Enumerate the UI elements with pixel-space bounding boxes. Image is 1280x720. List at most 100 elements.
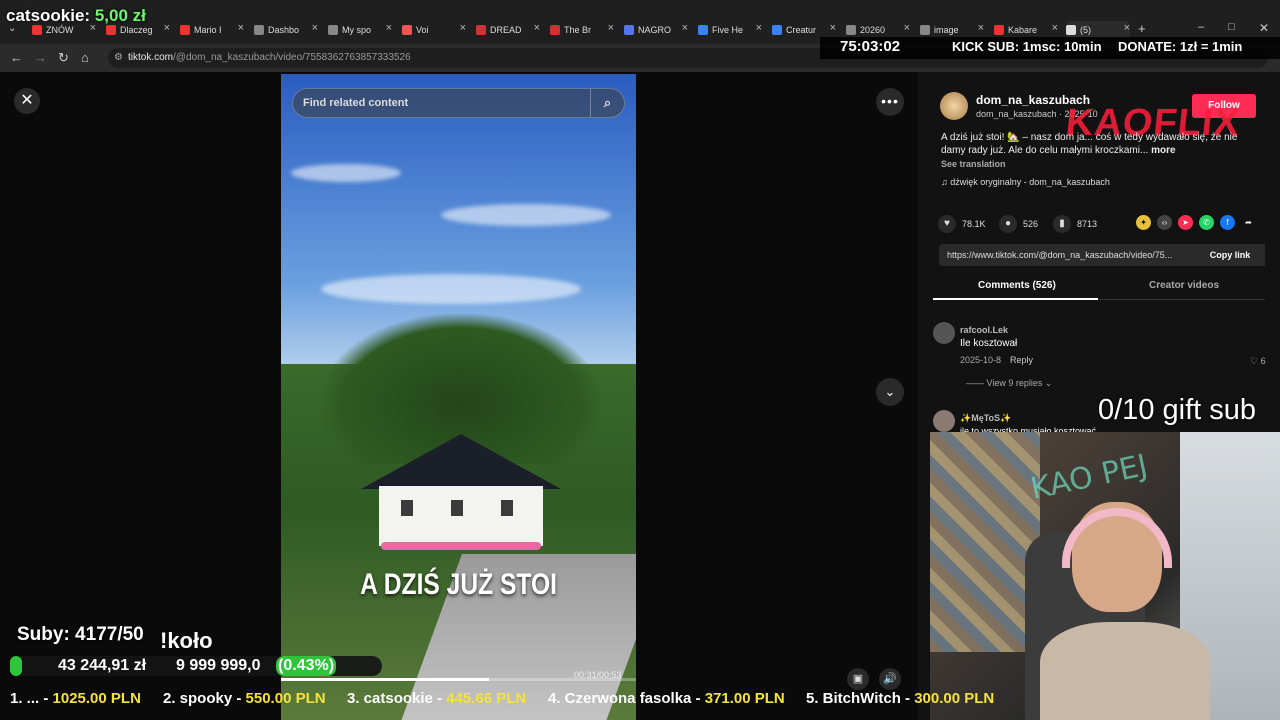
comment-username[interactable]: ✨MęToS✨ — [960, 413, 1011, 424]
embed-icon[interactable]: ‹› — [1157, 215, 1172, 230]
tab-close-icon[interactable]: × — [164, 22, 170, 34]
see-translation-link[interactable]: See translation — [941, 159, 1006, 169]
tab-comments[interactable]: Comments (526) — [978, 280, 1056, 291]
tab-favicon-icon — [476, 24, 486, 35]
coin-icon[interactable]: ✦ — [1136, 215, 1151, 230]
tab-close-icon[interactable]: × — [386, 22, 392, 34]
tab-close-icon[interactable]: × — [1052, 22, 1058, 34]
house-roof — [361, 434, 561, 489]
close-video-button[interactable]: ✕ — [14, 88, 40, 114]
window-close-icon[interactable]: ✕ — [1259, 21, 1269, 35]
tab-close-icon[interactable]: × — [460, 22, 466, 34]
browser-tab[interactable]: (5) × — [1066, 21, 1130, 38]
bookmark-icon[interactable]: ▮ — [1053, 215, 1071, 233]
tab-label: Creatur — [786, 24, 817, 35]
tab-close-icon[interactable]: × — [238, 22, 244, 34]
browser-tab[interactable]: Mario I × — [180, 21, 244, 38]
comment-like-value: 6 — [1260, 356, 1266, 366]
ticker-donor: 4. Czerwona fasolka - — [548, 690, 705, 707]
more-options-button[interactable]: ••• — [876, 88, 904, 116]
browser-tab[interactable]: The Br × — [550, 21, 614, 38]
tab-close-icon[interactable]: × — [904, 22, 910, 34]
browser-tab[interactable]: Dashbo × — [254, 21, 318, 38]
home-icon[interactable]: ⌂ — [81, 50, 89, 65]
cloud — [291, 164, 401, 182]
donate-info: DONATE: 1zł = 1min — [1118, 39, 1243, 54]
browser-tab[interactable]: My spo × — [328, 21, 392, 38]
browser-tab[interactable]: DREAD × — [476, 21, 540, 38]
tab-favicon-icon — [920, 24, 930, 35]
video-player[interactable]: A DZIŚ JUŻ STOI — [281, 74, 636, 720]
ticker-amount: 445.66 PLN — [446, 690, 527, 707]
comment-avatar[interactable] — [933, 410, 955, 432]
stream-info-bar: 75:03:02 KICK SUB: 1msc: 10min DONATE: 1… — [820, 37, 1280, 59]
back-icon[interactable]: ← — [10, 50, 23, 65]
tab-close-icon[interactable]: × — [830, 22, 836, 34]
ticker-entry: 3. catsookie - 445.66 PLN — [347, 690, 526, 707]
window-minimize-icon[interactable]: – — [1198, 21, 1204, 33]
like-stat[interactable]: ♥ 78.1K — [938, 215, 986, 233]
comment-username[interactable]: rafcool.Lek — [960, 325, 1008, 335]
tab-label: Mario I — [194, 24, 222, 35]
new-tab-button[interactable]: + — [1138, 21, 1146, 36]
facebook-icon[interactable]: f — [1220, 215, 1235, 230]
comment-like-count[interactable]: ♡ 6 — [1250, 356, 1266, 367]
music-link[interactable]: ♫ dźwięk oryginalny - dom_na_kaszubach — [941, 177, 1110, 187]
browser-tab[interactable]: NAGRO × — [624, 21, 688, 38]
browser-tab[interactable]: Creatur × — [772, 21, 836, 38]
comment-stat[interactable]: ● 526 — [999, 215, 1038, 233]
webcam-scribble: KAO PEJ — [1027, 448, 1151, 507]
goal-fill — [10, 656, 22, 676]
copy-link-button[interactable]: Copy link — [1195, 244, 1265, 266]
like-count: 78.1K — [962, 219, 986, 229]
whatsapp-icon[interactable]: ✆ — [1199, 215, 1214, 230]
tab-favicon-icon — [846, 24, 856, 35]
site-info-icon[interactable]: ⚙ — [114, 48, 123, 68]
house-window — [451, 500, 463, 516]
save-stat[interactable]: ▮ 8713 — [1053, 215, 1097, 233]
tab-close-icon[interactable]: × — [312, 22, 318, 34]
browser-tab[interactable]: Five He × — [698, 21, 762, 38]
tab-close-icon[interactable]: × — [756, 22, 762, 34]
webcam-overlay: KAO PEJ — [930, 432, 1280, 720]
view-replies-button[interactable]: —— View 9 replies ⌄ — [966, 378, 1052, 389]
forward-icon[interactable]: → — [34, 50, 47, 65]
related-search-input[interactable]: Find related content ⌕ — [292, 88, 625, 118]
share-arrow-icon[interactable]: ➦ — [1241, 215, 1256, 230]
tab-close-icon[interactable]: × — [534, 22, 540, 34]
tab-close-icon[interactable]: × — [978, 22, 984, 34]
tab-favicon-icon — [328, 24, 338, 35]
ticker-entry: 5. BitchWitch - 300.00 PLN — [806, 690, 994, 707]
creator-avatar[interactable] — [940, 92, 968, 120]
tab-close-icon[interactable]: × — [1124, 22, 1130, 34]
comment-reply-button[interactable]: Reply — [1010, 355, 1033, 365]
heart-icon[interactable]: ♥ — [938, 215, 956, 233]
goal-percent: (0.43%) — [276, 656, 337, 676]
browser-tab[interactable]: Voi × — [402, 21, 466, 38]
tab-creator-videos[interactable]: Creator videos — [1149, 280, 1219, 291]
ticker-amount: 300.00 PLN — [914, 690, 995, 707]
description-more-link[interactable]: more — [1151, 145, 1175, 156]
next-video-button[interactable]: ⌄ — [876, 378, 904, 406]
gift-sub-counter: 0/10 gift sub — [1098, 394, 1256, 426]
window-maximize-icon[interactable]: □ — [1228, 21, 1235, 33]
tab-close-icon[interactable]: × — [682, 22, 688, 34]
tab-label: Five He — [712, 24, 744, 35]
browser-tab[interactable]: image × — [920, 21, 984, 38]
tab-close-icon[interactable]: × — [608, 22, 614, 34]
comment-heart-icon[interactable]: ♡ — [1250, 356, 1258, 366]
browser-tab[interactable]: Kabare × — [994, 21, 1058, 38]
tab-label: Dashbo — [268, 24, 300, 35]
comment-avatar[interactable] — [933, 322, 955, 344]
browser-tab[interactable]: 20260 × — [846, 21, 910, 38]
pip-icon[interactable]: ▣ — [847, 668, 869, 690]
comment-text: Ile kosztował — [960, 338, 1018, 349]
reload-icon[interactable]: ↻ — [58, 50, 69, 66]
ticker-amount: 371.00 PLN — [704, 690, 785, 707]
comment-icon[interactable]: ● — [999, 215, 1017, 233]
comment-count: 526 — [1023, 219, 1039, 229]
tab-label: (5) — [1080, 24, 1091, 35]
send-icon[interactable]: ➤ — [1178, 215, 1193, 230]
volume-icon[interactable]: 🔊 — [879, 668, 901, 690]
search-icon[interactable]: ⌕ — [590, 89, 624, 117]
